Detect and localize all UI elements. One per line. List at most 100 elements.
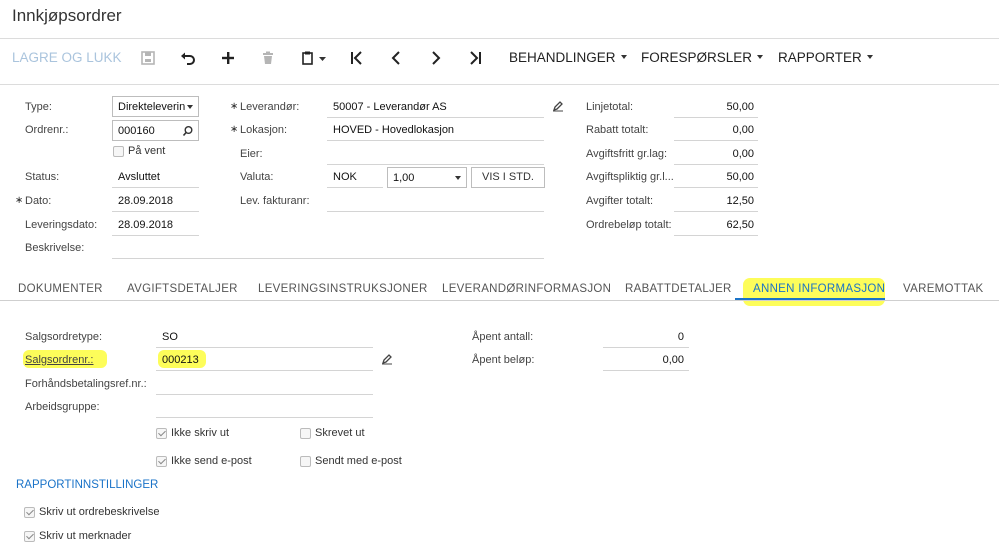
so-number-label[interactable]: Salgsordrenr.: (25, 354, 93, 366)
emailed-checkbox[interactable] (300, 456, 311, 467)
undo-icon[interactable] (178, 48, 198, 68)
dont-print-label: Ikke skriv ut (171, 427, 230, 439)
required-marker: ∗ (230, 124, 239, 135)
type-select-value: Direkteleverin (118, 101, 186, 113)
date-label: Dato: (25, 195, 52, 207)
edit-pencil-icon[interactable] (552, 100, 564, 112)
taxable-value: 50,00 (726, 171, 754, 183)
type-label: Type: (25, 101, 52, 113)
total-underline (674, 140, 758, 141)
chevron-down-icon (757, 55, 764, 60)
tax-exempt-label: Avgiftsfritt gr.lag: (586, 148, 668, 160)
required-marker: ∗ (15, 195, 24, 206)
save-close-button[interactable]: LAGRE OG LUKK (12, 50, 122, 65)
status-underline (112, 187, 199, 188)
add-icon[interactable] (218, 48, 238, 68)
order-no-value: 000160 (118, 125, 155, 137)
tabs-divider (0, 300, 999, 301)
chevron-down-icon (187, 105, 193, 109)
page-title: Innkjøpsordrer (12, 6, 122, 25)
dont-email-checkbox[interactable] (156, 456, 167, 467)
status-label: Status: (25, 171, 60, 183)
owner-input[interactable] (327, 164, 544, 165)
currency-input[interactable]: NOK (333, 171, 357, 183)
print-description-label: Skriv ut ordrebeskrivelse (39, 506, 160, 518)
copy-paste-icon[interactable] (298, 48, 330, 68)
currency-underline (327, 187, 383, 188)
reports-menu-label: RAPPORTER (778, 50, 862, 65)
search-icon[interactable] (182, 125, 194, 137)
tab-other-info[interactable]: ANNEN INFORMASJON (753, 283, 885, 295)
inquiries-menu-label: FORESPØRSLER (641, 50, 753, 65)
order-total-value: 62,50 (726, 219, 754, 231)
printed-checkbox[interactable] (300, 428, 311, 439)
total-line-value: 50,00 (726, 101, 754, 113)
delete-icon[interactable] (258, 48, 278, 68)
tab-vendor-info[interactable]: LEVERANDØRINFORMASJON (442, 283, 611, 295)
currency-label: Valuta: (240, 171, 274, 183)
emailed-label: Sendt med e-post (315, 455, 402, 467)
order-total-label: Ordrebeløp totalt: (586, 219, 672, 231)
vendor-underline (327, 117, 544, 118)
total-underline (674, 235, 758, 236)
currency-rate-select[interactable]: 1,00 (387, 167, 467, 188)
total-underline (674, 117, 758, 118)
open-qty-label: Åpent antall: (472, 331, 534, 343)
next-record-icon[interactable] (426, 48, 446, 68)
prepayment-ref-label: Forhåndsbetalingsref.nr.: (25, 378, 147, 390)
description-label: Beskrivelse: (25, 242, 85, 254)
location-input[interactable]: HOVED - Hovedlokasjon (333, 124, 454, 136)
description-input[interactable] (112, 258, 544, 259)
vendor-invoice-input[interactable] (327, 211, 544, 212)
vendor-invoice-label: Lev. fakturanr: (240, 195, 310, 207)
tab-discount-details[interactable]: RABATTDETALJER (625, 283, 732, 295)
report-settings-heading[interactable]: RAPPORTINNSTILLINGER (16, 479, 158, 491)
open-qty-value: 0 (677, 331, 684, 343)
dont-email-label: Ikke send e-post (171, 455, 252, 467)
delivery-date-label: Leveringsdato: (25, 219, 98, 231)
vendor-input[interactable]: 50007 - Leverandør AS (333, 101, 447, 113)
required-marker: ∗ (230, 101, 239, 112)
prepayment-ref-input[interactable] (156, 394, 373, 395)
chevron-down-icon (620, 55, 627, 60)
inquiries-menu[interactable]: FORESPØRSLER (641, 50, 764, 65)
total-underline (674, 211, 758, 212)
total-underline (674, 187, 758, 188)
toolbar-divider (0, 84, 999, 85)
tab-shipping-instructions[interactable]: LEVERINGSINSTRUKSJONER (258, 283, 428, 295)
on-hold-label: På vent (128, 145, 166, 157)
workgroup-label: Arbeidsgruppe: (25, 401, 100, 413)
open-amount-underline (603, 370, 689, 371)
previous-record-icon[interactable] (386, 48, 406, 68)
edit-pencil-icon[interactable] (381, 353, 393, 365)
workgroup-input[interactable] (156, 417, 373, 418)
tab-receipts[interactable]: VAREMOTTAK (903, 283, 984, 295)
print-notes-checkbox[interactable] (24, 531, 35, 542)
tab-documents[interactable]: DOKUMENTER (18, 283, 103, 295)
title-divider (0, 38, 999, 39)
view-base-button[interactable]: VIS I STD. (471, 167, 545, 188)
save-icon[interactable] (138, 48, 158, 68)
date-input[interactable]: 28.09.2018 (118, 195, 173, 207)
chevron-down-icon (866, 55, 873, 60)
tab-tax-details[interactable]: AVGIFTSDETALJER (127, 283, 238, 295)
on-hold-checkbox[interactable] (113, 146, 124, 157)
delivery-date-input[interactable]: 28.09.2018 (118, 219, 173, 231)
processing-menu[interactable]: BEHANDLINGER (509, 50, 627, 65)
processing-menu-label: BEHANDLINGER (509, 50, 616, 65)
so-type-underline (156, 347, 373, 348)
first-record-icon[interactable] (346, 48, 366, 68)
owner-label: Eier: (240, 148, 263, 160)
reports-menu[interactable]: RAPPORTER (778, 50, 873, 65)
dont-print-checkbox[interactable] (156, 428, 167, 439)
print-description-checkbox[interactable] (24, 507, 35, 518)
type-select[interactable]: Direkteleverin (112, 96, 199, 117)
so-number-input[interactable]: 000213 (162, 354, 199, 366)
delivery-date-underline (112, 235, 199, 236)
chevron-down-icon (455, 176, 461, 180)
order-no-input[interactable]: 000160 (112, 120, 199, 141)
open-qty-underline (603, 347, 689, 348)
tax-total-value: 12,50 (726, 195, 754, 207)
last-record-icon[interactable] (466, 48, 486, 68)
tax-exempt-value: 0,00 (732, 148, 754, 160)
